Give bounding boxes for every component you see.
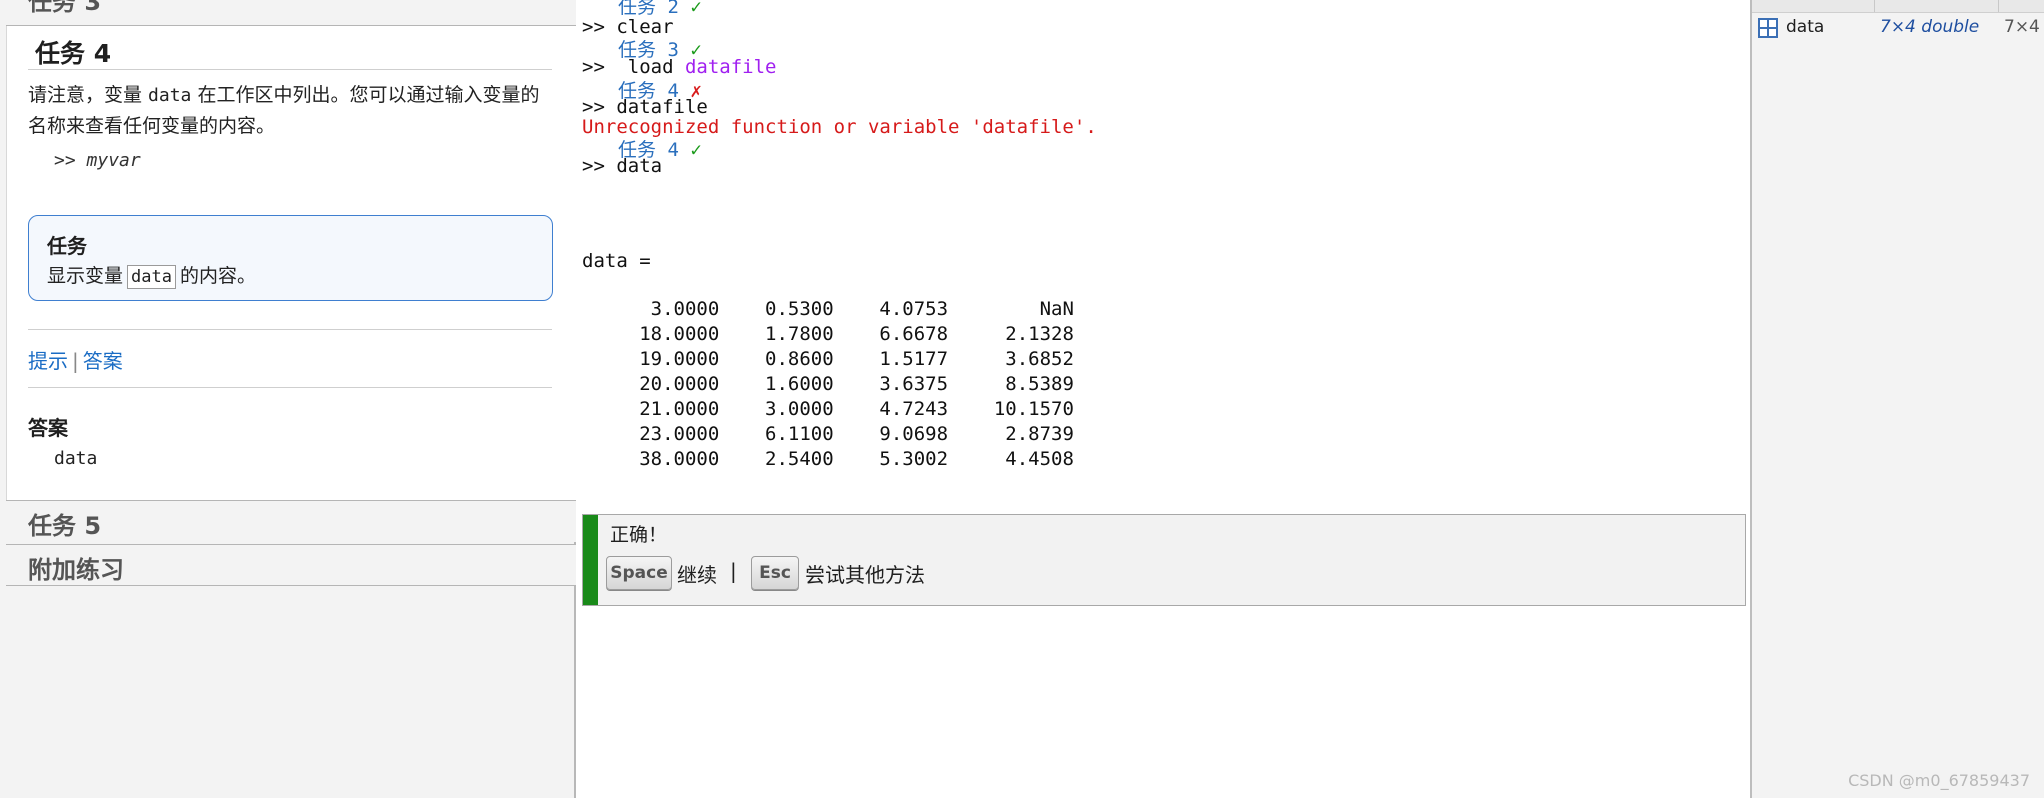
workspace-header [1752, 0, 2044, 13]
task-box-text-pre: 显示变量 [47, 265, 124, 287]
command-text: load [627, 56, 685, 78]
desc-text-1: 请注意，变量 [28, 84, 149, 106]
task3-header[interactable]: 任务 3 [6, 0, 576, 26]
check-icon: ✓ [690, 139, 702, 161]
task-box-code: data [127, 265, 176, 289]
result-header: data = [582, 250, 651, 272]
data-cell: 9.0698 [833, 423, 949, 445]
task5-title: 任务 5 [28, 512, 102, 540]
column-divider[interactable] [1874, 0, 1875, 12]
data-cell: 2.8739 [948, 423, 1074, 445]
data-cell: 21.0000 [582, 398, 720, 420]
data-cell: 1.5177 [833, 348, 949, 370]
data-cell: 6.1100 [719, 423, 834, 445]
prompt: >> [582, 56, 628, 78]
task-box: 任务 显示变量 data 的内容。 [28, 215, 553, 301]
data-row: 38.0000 2.5400 5.3002 4.4508 [582, 447, 1074, 472]
example-var: myvar [86, 150, 141, 171]
help-links: 提示 | 答案 [28, 345, 123, 374]
command-text: datafile [616, 96, 708, 118]
example-prompt: >> [54, 150, 87, 171]
command-argument: datafile [684, 56, 777, 78]
data-cell: 4.4508 [948, 448, 1074, 470]
data-cell: 6.6678 [833, 323, 949, 345]
hint-link[interactable]: 提示 [28, 349, 68, 373]
column-divider[interactable] [1998, 0, 1999, 12]
workspace-panel: data 7×4 double 7×4 CSDN @m0_67859437 [1750, 0, 2044, 798]
task4-title: 任务 4 [35, 39, 112, 68]
data-row: 23.0000 6.1100 9.0698 2.8739 [582, 422, 1074, 447]
data-cell: 8.5389 [948, 373, 1074, 395]
data-cell: 4.7243 [833, 398, 949, 420]
divider [28, 329, 552, 330]
extra-title: 附加练习 [28, 556, 124, 584]
data-cell: 18.0000 [582, 323, 720, 345]
continue-label: 继续 [677, 563, 717, 587]
data-matrix: 3.0000 0.5300 4.0753 NaN 18.0000 1.7800 … [582, 297, 1074, 472]
divider [28, 387, 552, 388]
success-bar [583, 515, 598, 605]
data-cell: 3.0000 [719, 398, 834, 420]
answer-link[interactable]: 答案 [83, 349, 123, 373]
workspace-variable-row[interactable]: data 7×4 double 7×4 [1752, 14, 2044, 44]
variable-size: 7×4 [2004, 17, 2040, 37]
variable-value: 7×4 double [1880, 17, 1980, 37]
data-row: 3.0000 0.5300 4.0753 NaN [582, 297, 1074, 322]
divider [28, 69, 552, 70]
data-row: 19.0000 0.8600 1.5177 3.6852 [582, 347, 1074, 372]
correct-message: 正确！ [610, 524, 668, 546]
prompt: >> [582, 155, 617, 177]
example-code: >> myvar [54, 150, 141, 171]
data-cell: NaN [948, 298, 1074, 320]
link-separator: | [72, 349, 79, 373]
command-line: >> datafile [582, 96, 708, 118]
data-cell: 23.0000 [582, 423, 720, 445]
task-box-text: 显示变量 data 的内容。 [47, 261, 256, 289]
data-cell: 4.0753 [833, 298, 949, 320]
answer-title: 答案 [28, 416, 68, 440]
data-row: 21.0000 3.0000 4.7243 10.1570 [582, 397, 1074, 422]
watermark: CSDN @m0_67859437 [1848, 771, 2030, 790]
data-cell: 3.6375 [833, 373, 949, 395]
data-row: 18.0000 1.7800 6.6678 2.1328 [582, 322, 1074, 347]
variable-name: data [1786, 17, 1825, 37]
data-cell: 5.3002 [833, 448, 949, 470]
data-cell: 20.0000 [582, 373, 720, 395]
data-cell: 2.1328 [948, 323, 1074, 345]
desc-code: data [148, 85, 192, 106]
task-box-text-post: 的内容。 [179, 265, 256, 287]
task-description: 请注意，变量 data 在工作区中列出。您可以通过输入变量的名称来查看任何变量的… [28, 80, 558, 142]
prompt: >> [582, 16, 617, 38]
data-cell: 0.5300 [719, 298, 834, 320]
check-icon: ✓ [690, 0, 702, 18]
data-cell: 38.0000 [582, 448, 720, 470]
space-key-button[interactable]: Space [606, 556, 672, 590]
data-cell: 3.6852 [948, 348, 1074, 370]
data-cell: 3.0000 [582, 298, 720, 320]
command-text: data [616, 155, 663, 177]
data-row: 20.0000 1.6000 3.6375 8.5389 [582, 372, 1074, 397]
data-cell: 1.7800 [719, 323, 834, 345]
task3-title: 任务 3 [28, 0, 102, 16]
data-cell: 19.0000 [582, 348, 720, 370]
task5-header[interactable]: 任务 5 [6, 500, 576, 542]
try-other-label: 尝试其他方法 [805, 563, 925, 587]
command-line: >> load datafile [582, 56, 776, 78]
answer-code: data [54, 448, 98, 469]
feedback-separator: | [730, 559, 737, 583]
esc-key-button[interactable]: Esc [751, 556, 799, 590]
command-window[interactable]: 任务 2 ✓ >> clear 任务 3 ✓ >> load datafile 任务 4… [576, 0, 1750, 798]
extra-exercise-header[interactable]: 附加练习 [6, 544, 576, 586]
data-cell: 0.8600 [719, 348, 834, 370]
prompt: >> [582, 96, 617, 118]
command-line: >> data [582, 155, 662, 177]
data-cell: 2.5400 [719, 448, 834, 470]
matrix-icon [1758, 18, 1778, 38]
task-box-title: 任务 [47, 234, 87, 258]
feedback-panel: 正确！ Space 继续 | Esc 尝试其他方法 [582, 514, 1746, 606]
data-cell: 1.6000 [719, 373, 834, 395]
task-panel: 任务 4 任务 3 请注意，变量 data 在工作区中列出。您可以通过输入变量的… [0, 0, 577, 798]
data-cell: 10.1570 [948, 398, 1074, 420]
